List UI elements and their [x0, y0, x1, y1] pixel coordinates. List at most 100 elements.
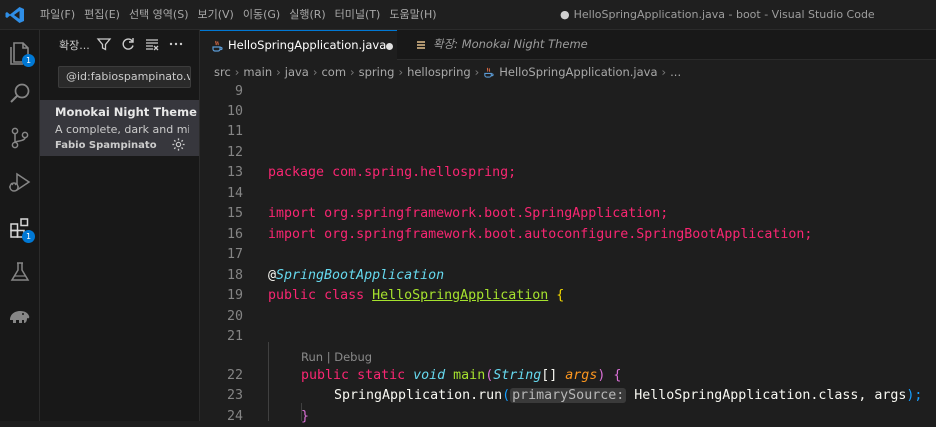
java-file-icon	[484, 67, 494, 78]
unsaved-dot-icon: ●	[560, 8, 570, 21]
code-editor[interactable]: 9 10 11 12 13 package com.spring.hellospr…	[200, 82, 936, 424]
explorer-icon[interactable]: 1	[6, 38, 35, 67]
line-number: 14	[226, 186, 243, 201]
explorer-badge: 1	[22, 54, 35, 67]
extension-list-item[interactable]: Monokai Night Theme A complete, dark and…	[40, 100, 199, 156]
menu-edit[interactable]: 편집(E)	[80, 0, 125, 30]
method-name: main	[453, 368, 486, 383]
extensions-icon[interactable]: 1	[6, 214, 35, 243]
extensions-sidebar: 확장... @id:fabiospampinato.vscode-monokai…	[40, 30, 200, 421]
gear-icon[interactable]	[171, 137, 186, 152]
breadcrumb: src › main › java › com › spring › hellosprin…	[214, 61, 681, 83]
window-title-text: HelloSpringApplication.java - boot - Vis…	[573, 8, 875, 21]
call-args: HelloSpringApplication.class, args	[626, 388, 907, 403]
source-control-icon[interactable]	[6, 124, 34, 152]
line-number: 16	[226, 227, 243, 242]
line-number: 19	[226, 288, 243, 303]
menu-terminal[interactable]: 터미널(T)	[331, 0, 386, 30]
code-line: 14	[200, 184, 936, 204]
code-line: 20	[200, 307, 936, 327]
brace: {	[556, 288, 565, 303]
keyword-static: static	[357, 368, 406, 383]
keyword-public: public	[268, 288, 317, 303]
import-path: org.springframework.boot.autoconfigure.S…	[324, 227, 813, 242]
import-path: org.springframework.boot.SpringApplicati…	[324, 206, 669, 221]
run-debug-icon[interactable]	[6, 168, 34, 196]
window-title: ● HelloSpringApplication.java - boot - Vi…	[560, 0, 880, 30]
tab-hellospringapplication[interactable]: HelloSpringApplication.java	[200, 30, 397, 60]
sidebar-title: 확장...	[59, 39, 90, 52]
testing-flask-icon[interactable]	[6, 258, 34, 286]
line-number: 23	[226, 388, 243, 403]
refresh-icon[interactable]	[120, 36, 136, 52]
extensions-badge: 1	[22, 230, 35, 243]
breadcrumb-java[interactable]: java	[285, 61, 309, 83]
line-number: 20	[226, 309, 243, 324]
tab-bar: HelloSpringApplication.java 확장: Monokai …	[200, 30, 936, 60]
gradle-elephant-icon[interactable]	[6, 302, 34, 330]
line-number: 13	[226, 165, 243, 180]
package-name: com.spring.hellospring;	[332, 165, 517, 180]
editor-group: HelloSpringApplication.java 확장: Monokai …	[200, 30, 936, 424]
line-number: 10	[226, 104, 243, 119]
class-ref: SpringApplication	[334, 388, 471, 403]
line-number: 15	[226, 206, 243, 221]
keyword-import: import	[268, 206, 317, 221]
breadcrumb-symbol[interactable]: ...	[670, 61, 681, 83]
menu-view[interactable]: 보기(V)	[193, 0, 238, 30]
menu-help[interactable]: 도움말(H)	[385, 0, 441, 30]
line-number: 17	[226, 247, 243, 262]
breadcrumb-src[interactable]: src	[214, 61, 231, 83]
search-icon[interactable]	[6, 80, 34, 108]
code-line: 23 SpringApplication.run(primarySource: H…	[200, 386, 936, 406]
menu-go[interactable]: 이동(G)	[239, 0, 285, 30]
codelens-run-debug[interactable]: Run | Debug	[301, 348, 372, 366]
code-line: 24}	[200, 407, 936, 427]
code-line: 15 import org.springframework.boot.Spring…	[200, 204, 936, 224]
breadcrumb-file[interactable]: HelloSpringApplication.java	[499, 61, 657, 83]
extension-name: Monokai Night Theme	[55, 105, 197, 119]
line-number: 18	[226, 268, 243, 283]
menu-selection[interactable]: 선택 영역(S)	[125, 0, 194, 30]
code-line: 9	[200, 82, 936, 102]
paren-brace: ) {	[597, 368, 622, 383]
line-number: 12	[226, 145, 243, 160]
code-line: 17	[200, 245, 936, 265]
code-line: 13 package com.spring.hellospring;	[200, 163, 936, 183]
keyword-public: public	[301, 368, 350, 383]
more-actions-icon[interactable]	[168, 36, 184, 52]
title-bar: 파일(F) 편집(E) 선택 영역(S) 보기(V) 이동(G) 실행(R) 터…	[0, 0, 936, 30]
line-number: 24	[226, 409, 243, 424]
inlay-hint: primarySource:	[510, 388, 627, 403]
tab-extension-monokai[interactable]: 확장: Monokai Night Theme	[397, 30, 597, 60]
chevron-right-icon: ›	[312, 65, 318, 79]
keyword-void: void	[413, 368, 446, 383]
tab-label: 확장: Monokai Night Theme	[433, 37, 588, 51]
menu-file[interactable]: 파일(F)	[36, 0, 80, 30]
extensions-search-input[interactable]: @id:fabiospampinato.vscode-monokai-night	[58, 66, 191, 88]
chevron-right-icon: ›	[234, 65, 240, 79]
java-file-icon	[212, 40, 223, 52]
annotation-name: SpringBootApplication	[276, 268, 445, 283]
call-end: );	[906, 388, 923, 403]
breadcrumb-com[interactable]: com	[321, 61, 346, 83]
code-line: 16 import org.springframework.boot.autoco…	[200, 225, 936, 245]
code-line: 10	[200, 102, 936, 122]
chevron-right-icon: ›	[474, 65, 480, 79]
line-number: 22	[226, 368, 243, 383]
clear-list-icon[interactable]	[144, 36, 160, 52]
filter-icon[interactable]	[96, 36, 112, 52]
line-number: 11	[226, 124, 243, 139]
annotation-at: @	[268, 268, 277, 283]
chevron-right-icon: ›	[350, 65, 355, 79]
breadcrumb-hellospring[interactable]: hellospring	[407, 61, 471, 83]
unsaved-dot-icon[interactable]	[386, 43, 393, 50]
sidebar-header: 확장...	[40, 30, 200, 58]
menu-run[interactable]: 실행(R)	[285, 0, 330, 30]
code-line: 18 @SpringBootApplication	[200, 266, 936, 286]
vscode-logo-icon	[5, 7, 24, 23]
method-call: .run	[470, 388, 503, 403]
breadcrumb-spring[interactable]: spring	[359, 61, 395, 83]
code-line: 19 public class HelloSpringApplication {	[200, 286, 936, 306]
breadcrumb-main[interactable]: main	[243, 61, 272, 83]
